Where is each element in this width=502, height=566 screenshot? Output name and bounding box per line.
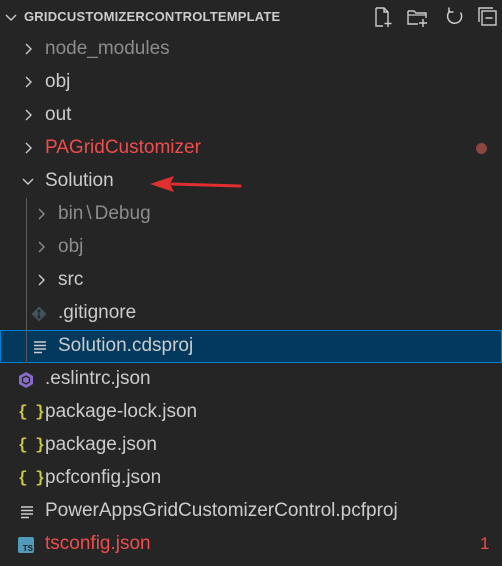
problem-count-badge: 1 bbox=[480, 534, 490, 553]
path-segment-bin: bin bbox=[58, 203, 84, 224]
json-braces-icon: { } bbox=[18, 403, 45, 421]
tree-item-solution-obj[interactable]: obj bbox=[0, 231, 502, 264]
chevron-down-icon[interactable] bbox=[3, 9, 19, 25]
tree-item-eslintrc[interactable]: .eslintrc.json bbox=[0, 363, 502, 396]
chevron-right-icon[interactable] bbox=[33, 206, 49, 222]
tree-item-obj[interactable]: obj bbox=[0, 66, 502, 99]
eslint-icon bbox=[19, 372, 33, 388]
json-braces-icon: { } bbox=[18, 469, 45, 487]
chevron-right-icon[interactable] bbox=[33, 239, 49, 255]
tree-item-package-lock[interactable]: { } package-lock.json bbox=[0, 396, 502, 429]
tree-item-label: Solution.cdsproj bbox=[58, 335, 194, 356]
refresh-icon[interactable] bbox=[443, 5, 467, 29]
tree-item-label: src bbox=[58, 269, 84, 290]
tree-item-out[interactable]: out bbox=[0, 99, 502, 132]
indent-guide bbox=[26, 330, 27, 363]
file-tree: node_modules obj out PAGridCustomizer So… bbox=[0, 33, 502, 561]
indent-guide bbox=[26, 297, 27, 330]
tree-item-label: node_modules bbox=[45, 38, 170, 59]
tree-item-label: .gitignore bbox=[58, 302, 137, 323]
tree-item-label: bin \ Debug bbox=[58, 203, 151, 225]
tree-item-label: Solution bbox=[45, 170, 114, 191]
tree-item-label: PAGridCustomizer bbox=[45, 137, 201, 158]
file-lines-icon bbox=[34, 341, 46, 354]
tree-item-label: tsconfig.json bbox=[45, 533, 151, 554]
chevron-right-icon[interactable] bbox=[20, 41, 36, 57]
indent-guide bbox=[26, 231, 27, 264]
path-segment-debug: Debug bbox=[94, 203, 151, 224]
tree-item-solution[interactable]: Solution bbox=[0, 165, 502, 198]
chevron-right-icon[interactable] bbox=[20, 74, 36, 90]
tree-item-pcfproj[interactable]: PowerAppsGridCustomizerControl.pcfproj bbox=[0, 495, 502, 528]
tree-item-solution-gitignore[interactable]: .gitignore bbox=[0, 297, 502, 330]
explorer-section-header[interactable]: GRIDCUSTOMIZERCONTROLTEMPLATE bbox=[0, 0, 502, 33]
tree-item-label: .eslintrc.json bbox=[45, 368, 151, 389]
tree-item-node-modules[interactable]: node_modules bbox=[0, 33, 502, 66]
new-file-icon[interactable] bbox=[370, 5, 394, 29]
new-folder-icon[interactable] bbox=[405, 5, 429, 29]
tree-item-label: package-lock.json bbox=[45, 401, 198, 422]
tree-item-solution-src[interactable]: src bbox=[0, 264, 502, 297]
modified-dot bbox=[476, 143, 487, 154]
tree-item-label: out bbox=[45, 104, 72, 125]
tree-item-package[interactable]: { } package.json bbox=[0, 429, 502, 462]
typescript-icon: TS bbox=[18, 537, 34, 553]
explorer-section-title: GRIDCUSTOMIZERCONTROLTEMPLATE bbox=[24, 9, 281, 24]
git-icon bbox=[31, 306, 47, 322]
indent-guide bbox=[26, 264, 27, 297]
chevron-right-icon[interactable] bbox=[20, 140, 36, 156]
collapse-all-icon[interactable] bbox=[476, 5, 500, 29]
json-braces-icon: { } bbox=[18, 436, 45, 454]
path-separator: \ bbox=[86, 203, 92, 224]
tree-item-solution-cdsproj[interactable]: Solution.cdsproj bbox=[0, 330, 502, 363]
tree-item-tsconfig[interactable]: TS tsconfig.json 1 bbox=[0, 528, 502, 561]
tree-item-label: package.json bbox=[45, 434, 157, 455]
tree-item-label: PowerAppsGridCustomizerControl.pcfproj bbox=[45, 500, 398, 521]
chevron-down-icon[interactable] bbox=[20, 173, 36, 189]
tree-item-label: pcfconfig.json bbox=[45, 467, 162, 488]
file-lines-icon bbox=[21, 506, 33, 519]
tree-item-pagridcustomizer[interactable]: PAGridCustomizer bbox=[0, 132, 502, 165]
tree-item-label: obj bbox=[45, 71, 71, 92]
tree-item-label: obj bbox=[58, 236, 84, 257]
indent-guide bbox=[26, 198, 27, 231]
chevron-right-icon[interactable] bbox=[33, 272, 49, 288]
annotation-arrow-icon bbox=[150, 176, 242, 192]
chevron-right-icon[interactable] bbox=[20, 107, 36, 123]
tree-item-solution-bin-debug[interactable]: bin \ Debug bbox=[0, 198, 502, 231]
tree-item-pcfconfig[interactable]: { } pcfconfig.json bbox=[0, 462, 502, 495]
